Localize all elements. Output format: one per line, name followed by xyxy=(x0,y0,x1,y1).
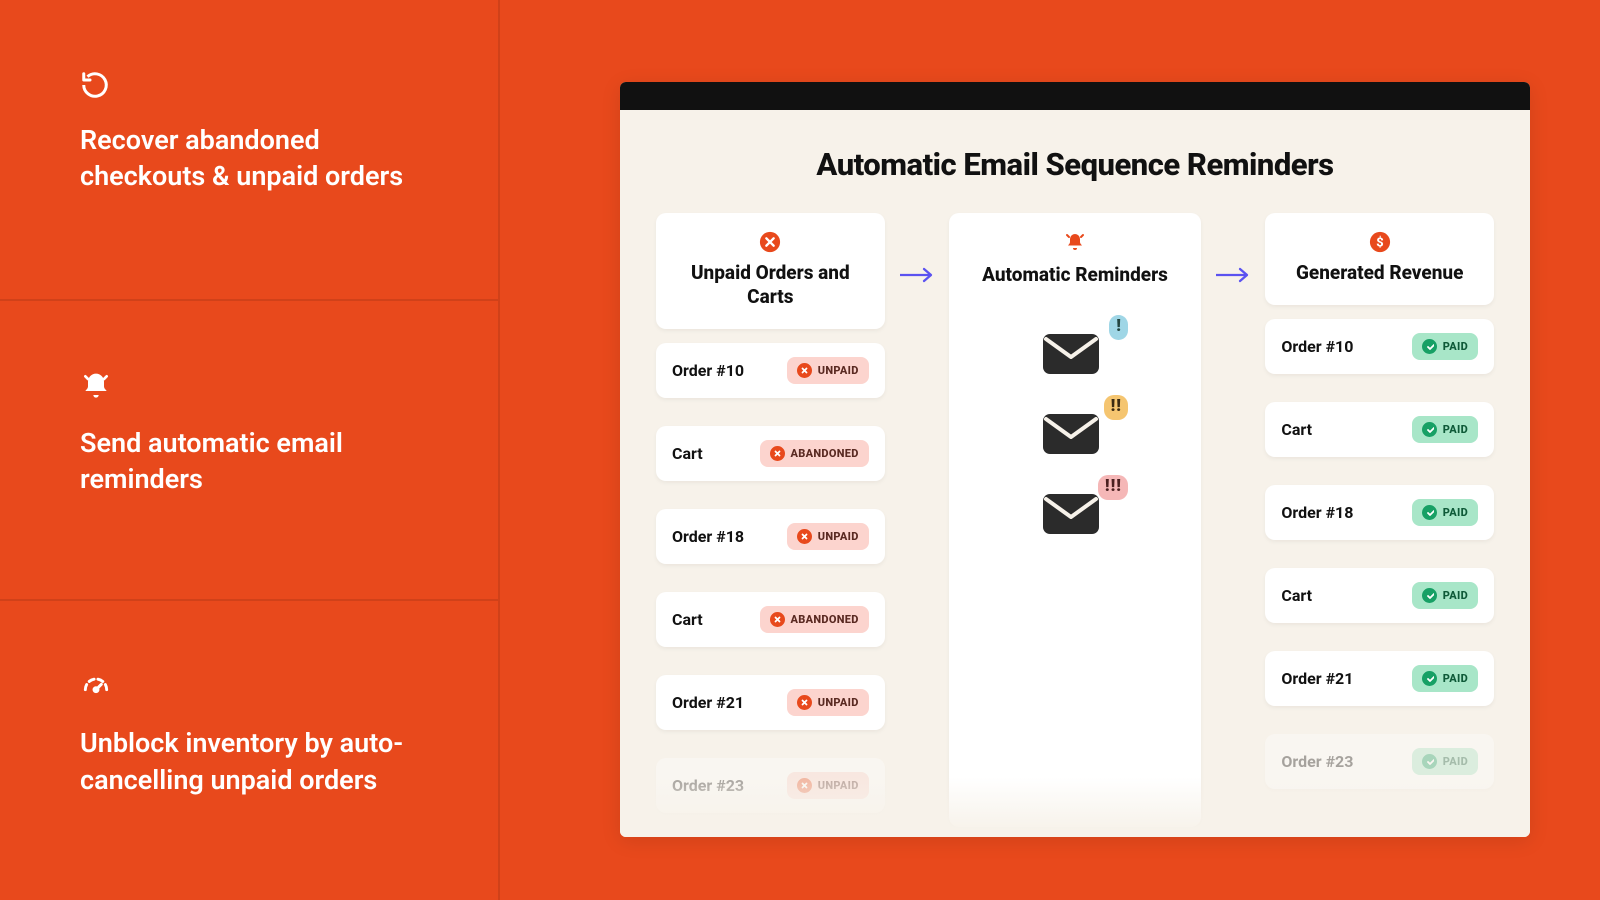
feature-text: Unblock inventory by auto-cancelling unp… xyxy=(80,725,438,798)
order-row: Order #18 PAID xyxy=(1265,485,1494,540)
status-badge: UNPAID xyxy=(787,523,869,550)
feature-block: Unblock inventory by auto-cancelling unp… xyxy=(0,601,498,900)
order-name: Order #18 xyxy=(1281,503,1353,522)
status-badge: ABANDONED xyxy=(760,440,869,467)
reminder-email: !! xyxy=(1042,413,1108,455)
window-titlebar xyxy=(620,82,1530,110)
reminder-email: ! xyxy=(1042,333,1108,375)
app-window: Automatic Email Sequence Reminders Unpai… xyxy=(620,82,1530,837)
column-header-reminders: Automatic Reminders xyxy=(982,231,1168,287)
feature-block: Recover abandoned checkouts & unpaid ord… xyxy=(0,0,498,301)
order-row: Cart ABANDONED xyxy=(656,426,885,481)
feature-sidebar: Recover abandoned checkouts & unpaid ord… xyxy=(0,0,500,900)
window-heading: Automatic Email Sequence Reminders xyxy=(656,146,1494,183)
x-icon xyxy=(797,529,812,544)
bell-icon xyxy=(80,371,438,407)
status-text: PAID xyxy=(1443,755,1468,768)
status-text: PAID xyxy=(1443,506,1468,519)
x-icon xyxy=(770,612,785,627)
status-text: UNPAID xyxy=(818,530,859,543)
reminder-count-badge: ! xyxy=(1109,315,1128,340)
x-icon xyxy=(797,695,812,710)
order-name: Order #18 xyxy=(672,527,744,546)
column-label: Automatic Reminders xyxy=(982,263,1168,287)
check-icon xyxy=(1422,754,1437,769)
reminders-column: Automatic Reminders ! !! !!! xyxy=(949,213,1202,827)
diagram-columns: Unpaid Orders and Carts Order #10 UNPAID… xyxy=(656,213,1494,827)
reminder-count-badge: !!! xyxy=(1098,475,1128,500)
check-icon xyxy=(1422,505,1437,520)
order-row: Cart PAID xyxy=(1265,568,1494,623)
order-name: Cart xyxy=(1281,586,1312,605)
order-row: Order #21 UNPAID xyxy=(656,675,885,730)
status-badge: PAID xyxy=(1412,582,1478,609)
status-badge: ABANDONED xyxy=(760,606,869,633)
order-name: Order #23 xyxy=(1281,752,1353,771)
order-name: Order #21 xyxy=(672,693,744,712)
order-row: Order #21 PAID xyxy=(1265,651,1494,706)
bell-ring-icon xyxy=(982,231,1168,255)
status-badge: PAID xyxy=(1412,665,1478,692)
status-text: ABANDONED xyxy=(791,613,859,626)
check-icon xyxy=(1422,588,1437,603)
gauge-icon xyxy=(80,671,438,707)
status-text: PAID xyxy=(1443,423,1468,436)
status-text: UNPAID xyxy=(818,364,859,377)
unpaid-column: Unpaid Orders and Carts Order #10 UNPAID… xyxy=(656,213,885,827)
order-row: Order #18 UNPAID xyxy=(656,509,885,564)
app-preview-area: Automatic Email Sequence Reminders Unpai… xyxy=(500,0,1600,900)
order-name: Order #10 xyxy=(1281,337,1353,356)
order-row: Order #10 UNPAID xyxy=(656,343,885,398)
x-icon xyxy=(770,446,785,461)
status-text: UNPAID xyxy=(818,779,859,792)
column-header-unpaid: Unpaid Orders and Carts xyxy=(656,213,885,329)
status-badge: PAID xyxy=(1412,416,1478,443)
check-icon xyxy=(1422,671,1437,686)
status-text: PAID xyxy=(1443,340,1468,353)
feature-text: Send automatic email reminders xyxy=(80,425,438,498)
order-name: Cart xyxy=(672,444,703,463)
status-badge: UNPAID xyxy=(787,689,869,716)
feature-block: Send automatic email reminders xyxy=(0,301,498,602)
status-badge: PAID xyxy=(1412,748,1478,775)
feature-text: Recover abandoned checkouts & unpaid ord… xyxy=(80,122,438,195)
order-name: Cart xyxy=(672,610,703,629)
check-icon xyxy=(1422,422,1437,437)
x-circle-icon xyxy=(668,231,873,253)
status-text: PAID xyxy=(1443,672,1468,685)
order-name: Order #10 xyxy=(672,361,744,380)
column-label: Unpaid Orders and Carts xyxy=(668,261,873,309)
status-text: ABANDONED xyxy=(791,447,859,460)
reminder-email: !!! xyxy=(1042,493,1108,535)
status-badge: UNPAID xyxy=(787,772,869,799)
check-icon xyxy=(1422,339,1437,354)
status-badge: UNPAID xyxy=(787,357,869,384)
order-name: Cart xyxy=(1281,420,1312,439)
column-label: Generated Revenue xyxy=(1277,261,1482,285)
status-text: UNPAID xyxy=(818,696,859,709)
svg-text:$: $ xyxy=(1376,236,1383,251)
order-row: Order #23 PAID xyxy=(1265,734,1494,789)
order-row: Order #23 UNPAID xyxy=(656,758,885,813)
flow-arrow xyxy=(1213,213,1253,827)
undo-icon xyxy=(80,70,438,104)
order-row: Cart ABANDONED xyxy=(656,592,885,647)
revenue-column: $ Generated Revenue Order #10 PAID Cart … xyxy=(1265,213,1494,827)
status-badge: PAID xyxy=(1412,333,1478,360)
x-icon xyxy=(797,778,812,793)
flow-arrow xyxy=(897,213,937,827)
status-badge: PAID xyxy=(1412,499,1478,526)
window-body: Automatic Email Sequence Reminders Unpai… xyxy=(620,110,1530,837)
order-name: Order #21 xyxy=(1281,669,1353,688)
dollar-circle-icon: $ xyxy=(1277,231,1482,253)
column-header-revenue: $ Generated Revenue xyxy=(1265,213,1494,305)
order-name: Order #23 xyxy=(672,776,744,795)
reminder-count-badge: !! xyxy=(1104,395,1128,420)
x-icon xyxy=(797,363,812,378)
order-row: Order #10 PAID xyxy=(1265,319,1494,374)
status-text: PAID xyxy=(1443,589,1468,602)
order-row: Cart PAID xyxy=(1265,402,1494,457)
